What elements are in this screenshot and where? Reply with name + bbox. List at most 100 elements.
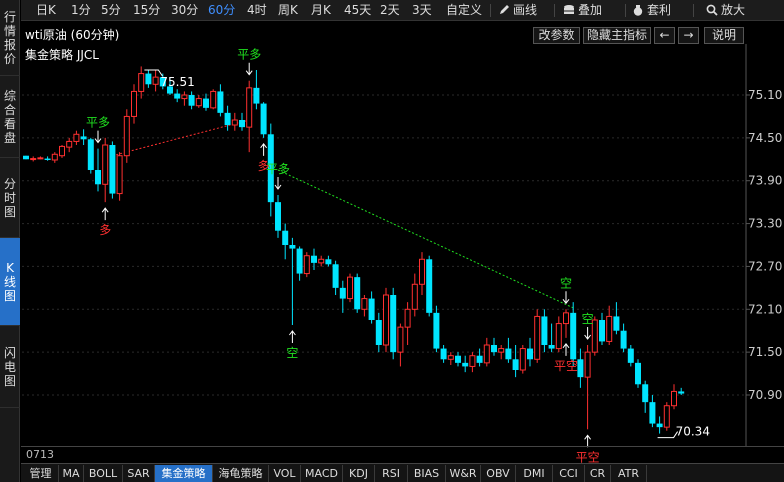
indicator-tab-5[interactable]: 海龟策略 — [213, 465, 269, 482]
candle — [541, 309, 548, 353]
trend-line — [277, 169, 574, 309]
y-tick-label: 74.50 — [748, 131, 782, 145]
indicator-tab-8[interactable]: KDJ — [343, 465, 375, 482]
candle — [282, 223, 289, 260]
candle — [347, 273, 353, 303]
candle — [203, 93, 209, 111]
candle — [188, 91, 195, 110]
indicator-tab-10[interactable]: BIAS — [408, 465, 446, 482]
candle — [131, 84, 137, 124]
candle — [253, 70, 260, 110]
signal-label: 多 — [99, 223, 111, 237]
indicator-tab-1[interactable]: MA — [59, 465, 84, 482]
candle — [246, 80, 253, 153]
down-arrow-icon — [245, 62, 253, 76]
signal-label: 平空 — [554, 359, 578, 373]
candle — [584, 345, 591, 430]
candle — [23, 155, 29, 160]
candle — [109, 141, 116, 199]
candle — [433, 305, 440, 353]
signal-marker: 空 — [286, 330, 298, 360]
indicator-tab-13[interactable]: DMI — [516, 465, 553, 482]
candle — [462, 355, 469, 373]
indicator-tab-14[interactable]: CCI — [553, 465, 585, 482]
signals: 平多多平多多平多空空平空空平空75.5170.34 — [86, 48, 710, 465]
down-arrow-icon — [94, 130, 102, 144]
y-tick-label: 72.70 — [748, 259, 782, 273]
signal-label: 空 — [286, 346, 298, 360]
candle — [260, 102, 267, 138]
indicator-tabs: 管理 MA BOLL SAR 集金策略 海龟策略 VOL MACD KDJ RSI BIAS W&R O… — [21, 463, 784, 482]
candle — [231, 112, 238, 131]
candle — [404, 302, 411, 345]
candle — [311, 248, 317, 270]
low-price-label: 70.34 — [676, 425, 710, 439]
date-label: 0713 — [26, 448, 54, 461]
candle — [289, 237, 296, 325]
candle — [210, 89, 217, 110]
indicator-tab-6[interactable]: VOL — [269, 465, 301, 482]
indicator-tab-12[interactable]: OBV — [481, 465, 516, 482]
signal-marker: 平多 — [237, 48, 261, 76]
candle — [80, 129, 87, 145]
y-tick-label: 73.30 — [748, 217, 782, 231]
candle — [599, 312, 605, 345]
y-tick-label: 75.10 — [748, 88, 782, 102]
indicator-tab-3[interactable]: SAR — [123, 465, 155, 482]
candlestick-chart[interactable]: 平多多平多多平多空空平空空平空75.5170.34 75.1074.5073.9… — [0, 0, 784, 482]
candle — [505, 337, 512, 363]
candle — [152, 70, 159, 92]
down-arrow-icon — [562, 291, 570, 305]
indicator-tab-11[interactable]: W&R — [446, 465, 481, 482]
down-arrow-icon — [584, 327, 591, 340]
up-arrow-icon — [562, 343, 570, 356]
candle — [37, 156, 44, 160]
candle — [563, 309, 569, 338]
candle — [51, 152, 58, 163]
candle — [426, 255, 433, 317]
candle — [498, 345, 505, 360]
candle — [527, 337, 533, 367]
indicator-tab-9[interactable]: RSI — [375, 465, 408, 482]
candle — [339, 280, 346, 313]
y-tick-label: 71.50 — [748, 345, 782, 359]
candle — [102, 137, 109, 203]
candle — [174, 89, 181, 103]
candle — [73, 130, 80, 145]
up-arrow-icon — [101, 207, 109, 221]
candle — [548, 323, 555, 353]
low-marker — [657, 431, 679, 439]
candle — [59, 145, 65, 158]
candle — [123, 109, 130, 163]
candle — [606, 305, 613, 345]
signal-label: 空 — [582, 312, 594, 326]
candle — [491, 337, 497, 356]
candle — [663, 402, 670, 431]
candle — [66, 137, 73, 153]
candle — [375, 312, 382, 353]
up-arrow-icon — [289, 330, 296, 343]
candle — [447, 352, 454, 365]
signal-label: 空 — [560, 276, 572, 290]
candle — [390, 287, 397, 360]
indicator-tab-7[interactable]: MACD — [301, 465, 343, 482]
candle — [519, 345, 526, 374]
trend-lines — [112, 119, 574, 309]
candle — [635, 359, 641, 388]
candle — [116, 152, 123, 201]
candles — [23, 66, 685, 434]
candle — [181, 91, 188, 106]
candle — [361, 295, 368, 317]
indicator-tab-16[interactable]: ATR — [611, 465, 647, 482]
candle — [577, 348, 584, 388]
candle — [656, 416, 663, 434]
candle — [570, 302, 577, 367]
indicator-tab-0[interactable]: 管理 — [23, 465, 59, 482]
candle — [296, 246, 303, 281]
indicator-tab-15[interactable]: CR — [585, 465, 611, 482]
signal-marker: 平多 — [86, 116, 110, 144]
indicator-tab-2[interactable]: BOLL — [84, 465, 123, 482]
candle — [411, 273, 418, 317]
candle — [354, 273, 361, 313]
indicator-tab-4[interactable]: 集金策略 — [155, 465, 213, 482]
